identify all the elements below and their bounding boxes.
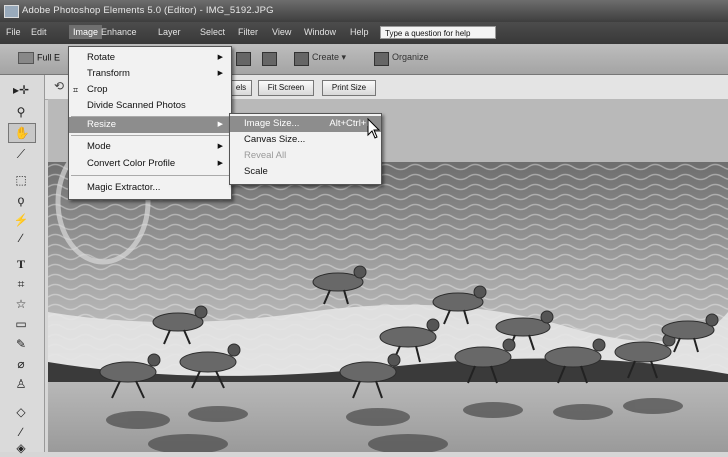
menu-item-label: Image Size... [244,118,300,129]
menu-image[interactable]: Image [69,25,103,39]
title-bar: Adobe Photoshop Elements 5.0 (Editor) - … [0,0,728,22]
menu-item-convert-color-profile[interactable]: Convert Color Profile ▶ [69,156,231,172]
menu-item-canvas-size[interactable]: Canvas Size... [230,132,381,148]
menu-help[interactable]: Help [350,27,369,37]
menu-item-mode[interactable]: Mode ▶ [69,139,231,155]
magic-wand-tool-icon[interactable]: ⚡ [8,211,34,229]
image-menu-dropdown: Rotate ▶ Transform ▶ ⌗ Crop Divide Scanned … [68,46,232,200]
clone-stamp-tool-icon[interactable]: ♙ [8,375,34,393]
menu-item-label: Canvas Size... [244,134,306,145]
full-edit-button[interactable]: Full E [18,52,60,64]
full-edit-label: Full E [37,52,61,63]
menu-item-label: Mode [87,141,111,152]
paint-bucket-tool-icon[interactable]: ◈ [8,439,34,457]
crop-icon: ⌗ [73,85,79,95]
crop-tool-icon[interactable]: ⌗ [8,275,34,293]
submenu-arrow-icon: ▶ [217,143,223,150]
mouse-cursor-icon [367,118,381,139]
submenu-arrow-icon: ▶ [217,160,223,167]
toolbox: ▸✛ ⚲ ✋ ⟋ ⬚ ϙ ⚡ ∕ T ⌗ ☆ ▭ ✎ ⌀ ♙ ◇ ∕ ◈ [0,75,45,455]
resize-submenu: Image Size... Alt+Ctrl+I Canvas Size... R… [229,113,382,185]
create-button[interactable]: Create ▾ [312,52,346,63]
menu-item-label: Scale [244,166,268,177]
lasso-tool-icon[interactable]: ϙ [8,191,34,209]
menu-item-rotate[interactable]: Rotate ▶ [69,50,231,66]
menu-item-label: Magic Extractor... [87,182,161,193]
menu-separator [71,175,229,176]
menu-item-label: Resize [87,119,117,130]
menu-edit[interactable]: Edit [31,27,47,37]
hand-options-icon: ⟲ [54,79,65,93]
print-size-button[interactable]: Print Size [322,80,376,96]
selection-brush-tool-icon[interactable]: ∕ [8,229,34,247]
fit-screen-button[interactable]: Fit Screen [258,80,314,96]
marquee-tool-icon[interactable]: ⬚ [8,171,34,189]
beach-photo-image [48,162,728,452]
red-eye-tool-icon[interactable]: ✎ [8,335,34,353]
open-icon[interactable] [236,52,251,66]
menu-item-image-size[interactable]: Image Size... Alt+Ctrl+I [230,116,381,132]
window-title: Adobe Photoshop Elements 5.0 (Editor) - … [22,5,274,16]
shortcut-label: Alt+Ctrl+I [329,118,369,129]
menu-window[interactable]: Window [304,27,336,37]
menu-filter[interactable]: Filter [238,27,258,37]
hand-tool-icon[interactable]: ✋ [8,123,36,143]
type-tool-icon[interactable]: T [8,255,34,273]
menu-item-label: Convert Color Profile [87,158,176,169]
menu-item-transform[interactable]: Transform ▶ [69,66,231,82]
create-icon [294,52,309,66]
menu-item-label: Rotate [87,52,115,63]
healing-brush-tool-icon[interactable]: ⌀ [8,355,34,373]
full-edit-icon [18,52,34,64]
menu-item-scale[interactable]: Scale [230,164,381,180]
move-tool-icon[interactable]: ▸✛ [8,81,34,99]
menu-item-magic-extractor[interactable]: Magic Extractor... [69,180,231,196]
zoom-tool-icon[interactable]: ⚲ [8,103,34,121]
menu-item-divide-scanned-photos[interactable]: Divide Scanned Photos [69,98,231,114]
straighten-tool-icon[interactable]: ▭ [8,315,34,333]
submenu-arrow-icon: ▶ [217,70,223,77]
eraser-tool-icon[interactable]: ◇ [8,403,34,421]
eyedropper-tool-icon[interactable]: ⟋ [8,145,34,163]
submenu-arrow-icon: ▶ [217,121,223,128]
menu-item-label: Reveal All [244,150,287,161]
app-icon [4,5,19,18]
cookie-cutter-tool-icon[interactable]: ☆ [8,295,34,313]
menu-item-label: Transform [87,68,130,79]
photo-canvas[interactable] [48,162,728,452]
organize-button[interactable]: Organize [392,52,429,62]
menu-layer[interactable]: Layer [158,27,181,37]
menu-item-label: Divide Scanned Photos [87,100,186,111]
menu-view[interactable]: View [272,27,291,37]
menu-select[interactable]: Select [200,27,225,37]
submenu-arrow-icon: ▶ [217,54,223,61]
menu-item-label: Crop [87,84,108,95]
help-search-input[interactable]: Type a question for help [380,26,496,39]
menu-bar: File Edit Image Enhance Layer Select Fil… [0,22,728,44]
menu-separator [71,135,229,136]
menu-enhance[interactable]: Enhance [101,27,137,37]
menu-file[interactable]: File [6,27,21,37]
save-icon[interactable] [262,52,277,66]
menu-item-reveal-all: Reveal All [230,148,381,164]
menu-item-resize[interactable]: Resize ▶ [69,117,231,133]
menu-item-crop[interactable]: ⌗ Crop [69,82,231,98]
actual-pixels-button[interactable]: els [230,80,252,96]
organize-icon [374,52,389,66]
